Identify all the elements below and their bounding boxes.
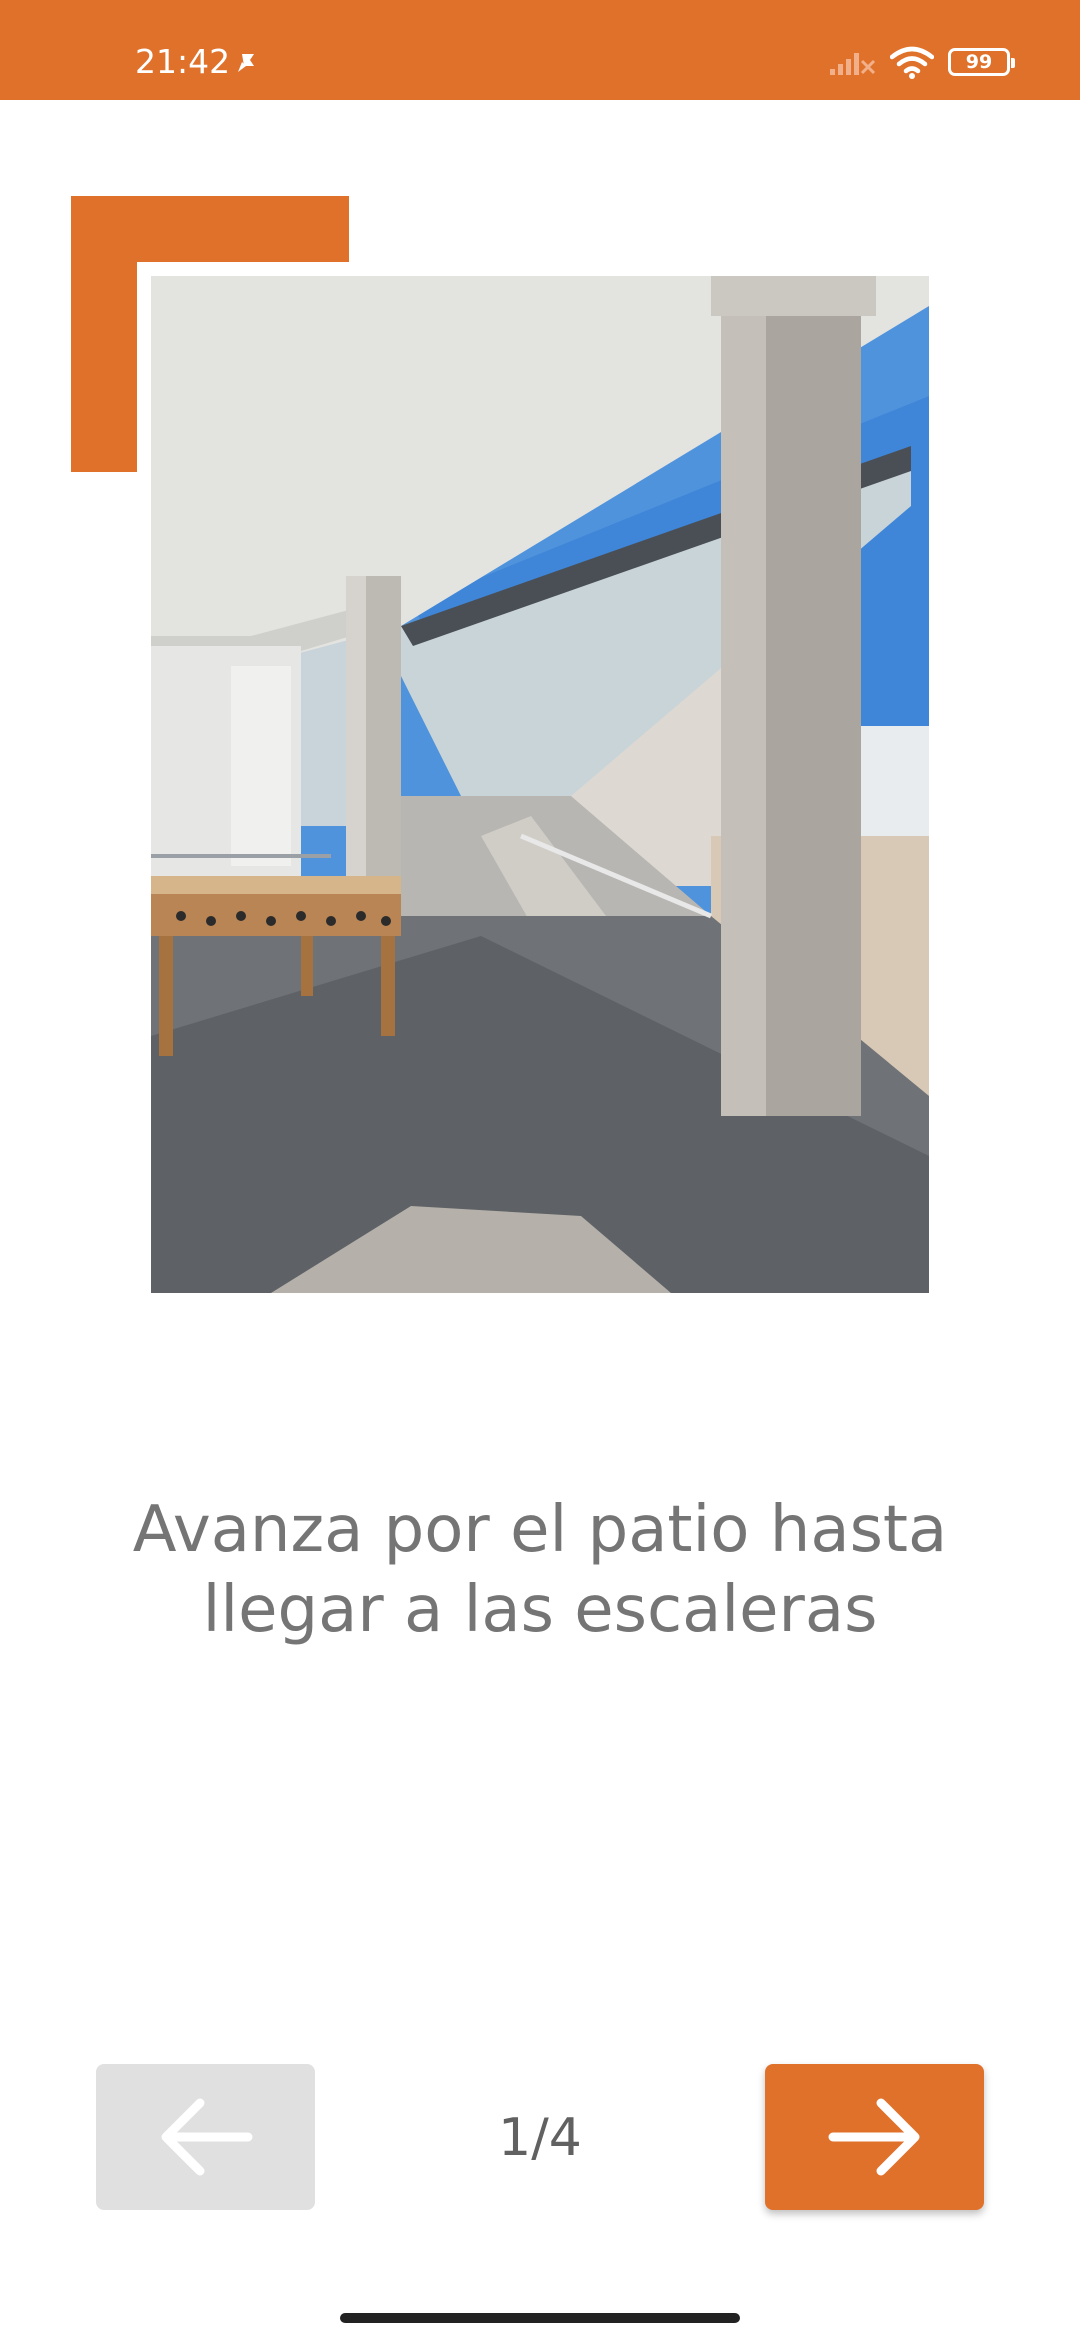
- status-right: 99: [828, 40, 1015, 84]
- home-indicator[interactable]: [340, 2313, 740, 2323]
- step-instruction: Avanza por el patio hasta llegar a las e…: [132, 1493, 948, 1647]
- previous-button[interactable]: [96, 2064, 315, 2210]
- step-photo: [151, 276, 929, 1293]
- dnd-icon: [238, 54, 254, 72]
- battery-level: 99: [965, 51, 993, 73]
- corner-accent-left: [71, 196, 137, 472]
- arrow-right-icon: [828, 2098, 919, 2176]
- battery-icon: 99: [948, 48, 1015, 76]
- status-time: 21:42: [135, 42, 231, 81]
- next-button[interactable]: [765, 2064, 984, 2210]
- signal-icon: [830, 53, 876, 75]
- wifi-icon: [890, 46, 934, 79]
- arrow-left-icon: [161, 2098, 252, 2176]
- status-bar: 21:42 99: [0, 0, 1080, 100]
- page-indicator: 1/4: [498, 2108, 582, 2168]
- courtyard-photo: [151, 276, 929, 1293]
